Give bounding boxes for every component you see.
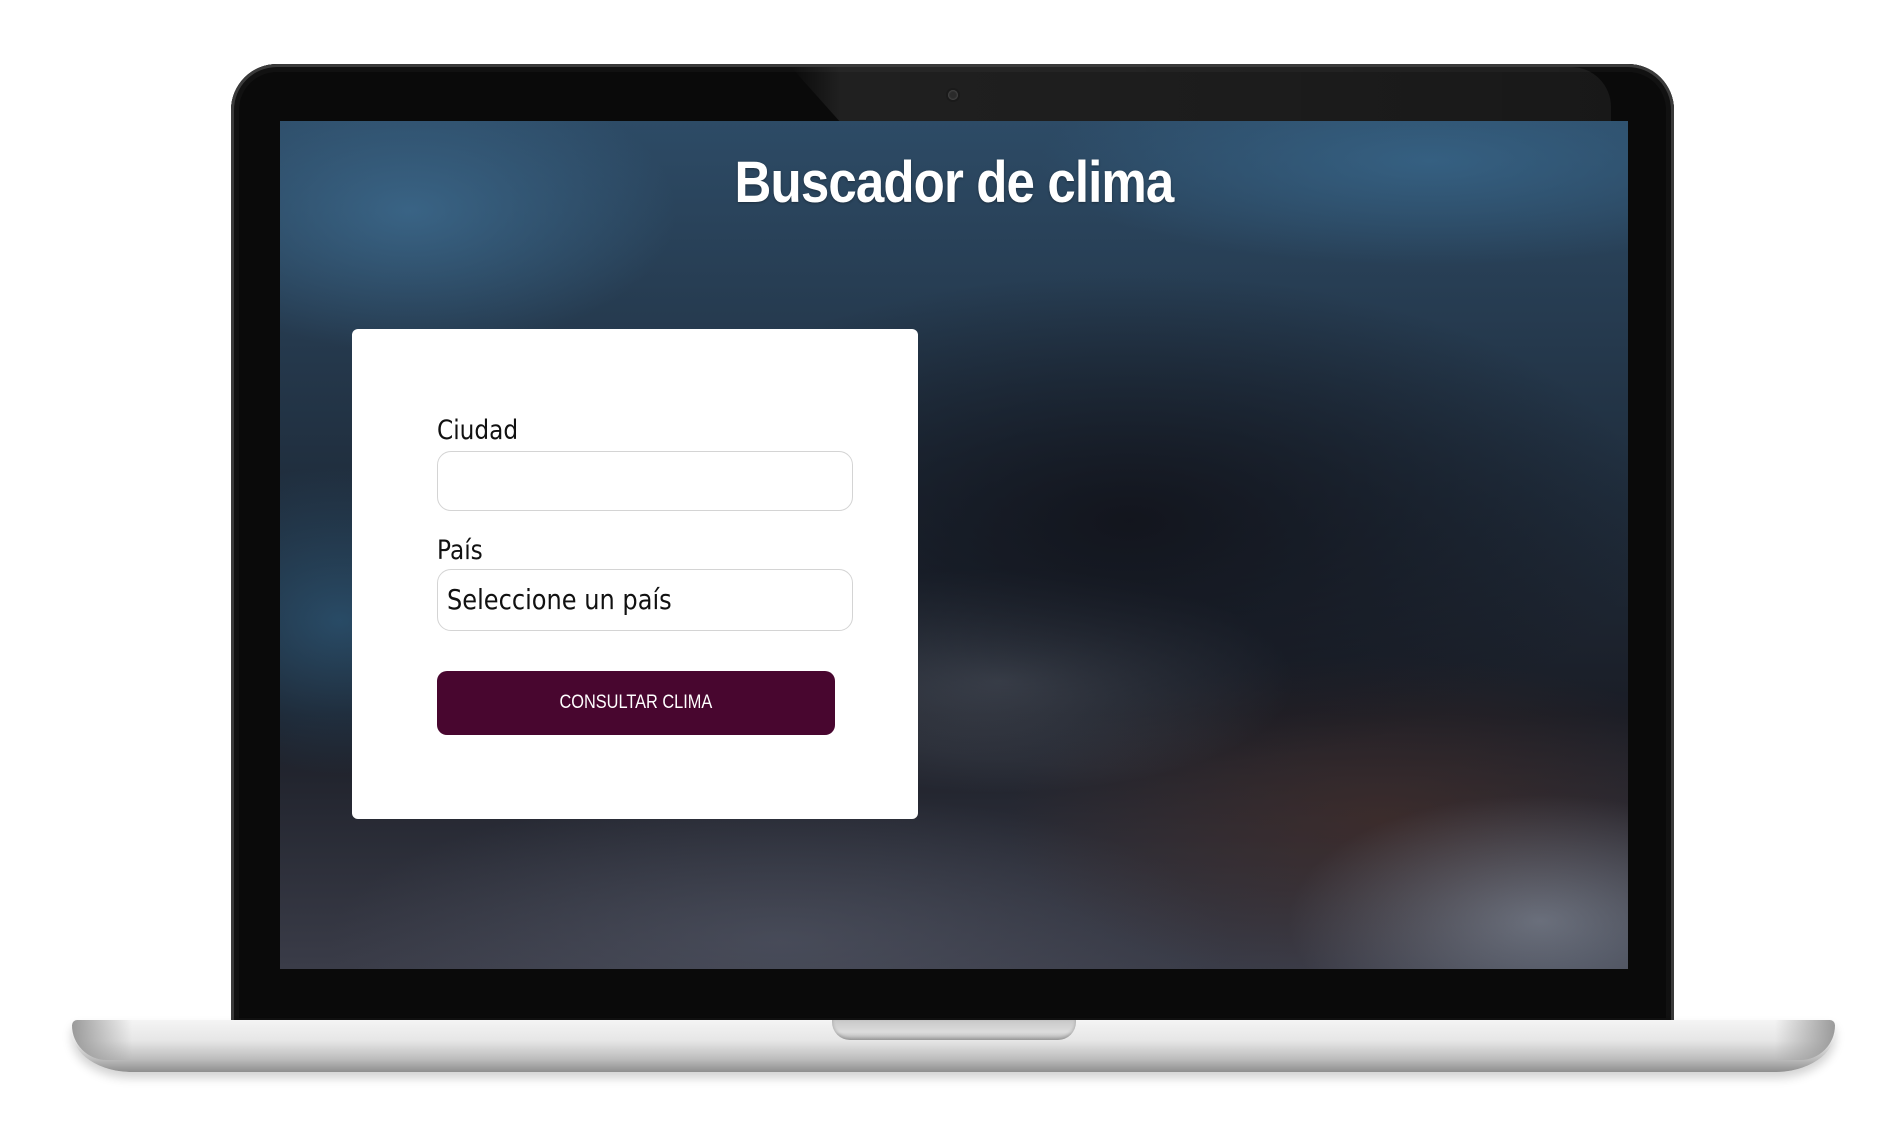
country-select-value: Seleccione un país — [447, 583, 672, 616]
base-edge-right — [1775, 1020, 1835, 1060]
country-select[interactable]: Seleccione un país — [437, 569, 853, 631]
lid-glare — [791, 67, 1611, 122]
laptop-base — [72, 1020, 1835, 1072]
city-input[interactable] — [437, 451, 853, 511]
city-label: Ciudad — [437, 415, 519, 446]
country-label: País — [437, 535, 483, 566]
weather-search-form: Ciudad País Seleccione un país CONSULTAR… — [352, 329, 918, 819]
base-edge-left — [72, 1020, 132, 1060]
page-title: Buscador de clima — [734, 150, 1175, 215]
app-screen: Buscador de clima Ciudad País Seleccione… — [280, 121, 1628, 969]
base-opening-notch — [832, 1020, 1076, 1040]
webcam-icon — [948, 90, 958, 100]
laptop-frame: Buscador de clima Ciudad País Seleccione… — [231, 64, 1674, 1026]
consult-weather-button-label: CONSULTAR CLIMA — [559, 692, 713, 713]
consult-weather-button[interactable]: CONSULTAR CLIMA — [437, 671, 835, 735]
